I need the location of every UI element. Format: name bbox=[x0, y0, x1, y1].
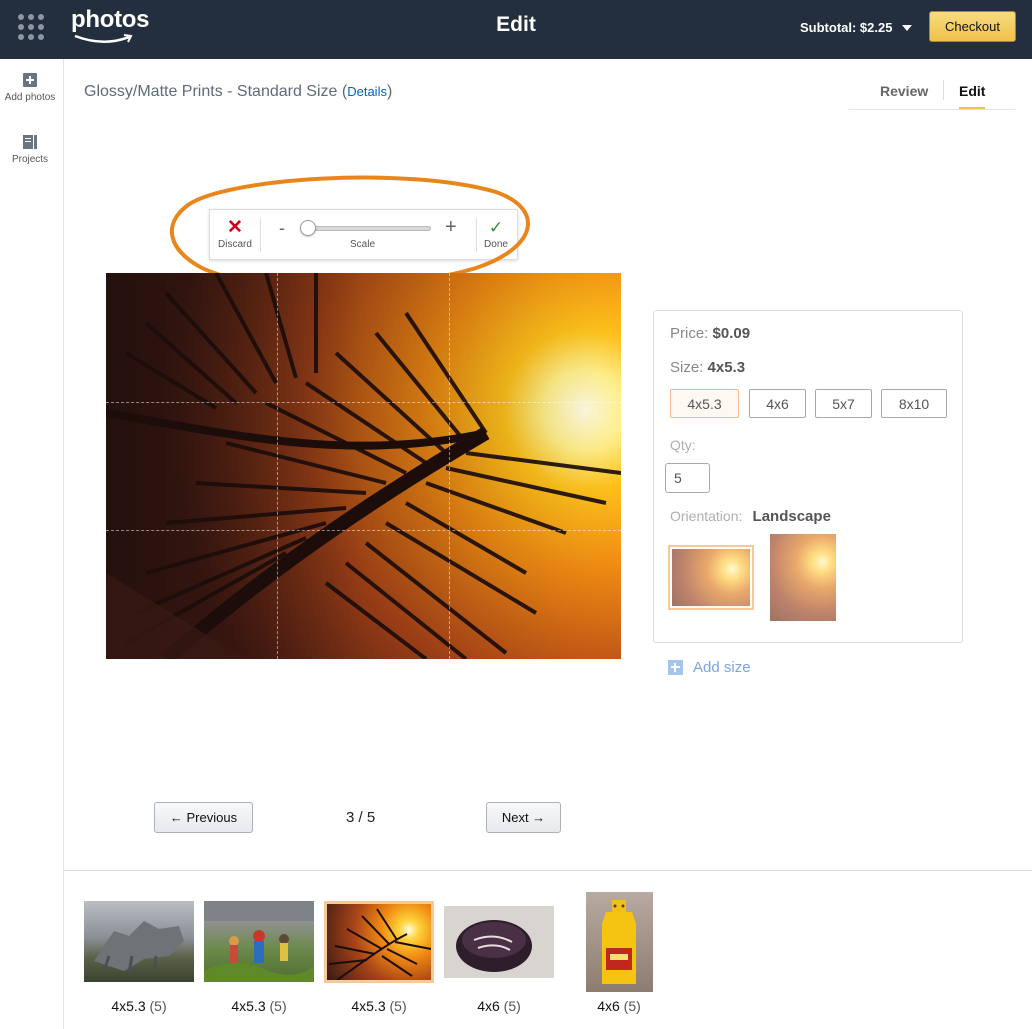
mustard-bottle-image bbox=[602, 900, 636, 984]
price-label: Price: bbox=[670, 325, 709, 342]
filmstrip-thumb-3-selected[interactable] bbox=[324, 901, 434, 983]
market-image bbox=[204, 901, 314, 982]
print-options-panel: Price: $0.09 Size: 4x5.3 4x5.3 4x6 5x7 8… bbox=[653, 310, 963, 643]
thumb-size: 4x5.3 bbox=[111, 998, 146, 1014]
filmstrip-label-3: 4x5.3 (5) bbox=[324, 998, 434, 1014]
tab-divider bbox=[943, 80, 944, 100]
thumb-count: (5) bbox=[269, 998, 287, 1014]
palm-silhouette bbox=[106, 273, 621, 659]
crop-grid-line bbox=[106, 402, 621, 403]
price-value: $0.09 bbox=[712, 325, 751, 342]
size-value: 4x5.3 bbox=[707, 359, 746, 376]
next-button[interactable]: Next → bbox=[486, 802, 561, 833]
caret-down-icon bbox=[902, 24, 913, 31]
filmstrip-label-4: 4x6 (5) bbox=[444, 998, 554, 1014]
details-link[interactable]: Details bbox=[347, 84, 387, 99]
subtotal-label: Subtotal: $2.25 bbox=[800, 20, 893, 35]
thumb-count: (5) bbox=[149, 998, 167, 1014]
orientation-label: Orientation: bbox=[670, 508, 743, 524]
sidebar-item-label: Add photos bbox=[4, 92, 56, 103]
thumb-count: (5) bbox=[503, 998, 521, 1014]
sidebar-item-projects[interactable]: Projects bbox=[0, 135, 60, 165]
size-option-8x10[interactable]: 8x10 bbox=[881, 389, 947, 418]
product-name: Glossy/Matte Prints - Standard Size bbox=[84, 83, 338, 100]
size-option-4x5-3[interactable]: 4x5.3 bbox=[670, 389, 739, 418]
crop-grid-line bbox=[277, 273, 278, 659]
thumb-size: 4x5.3 bbox=[231, 998, 266, 1014]
crop-grid-line bbox=[106, 530, 621, 531]
thumb-count: (5) bbox=[389, 998, 407, 1014]
size-option-4x6[interactable]: 4x6 bbox=[749, 389, 806, 418]
filmstrip-thumb-5[interactable] bbox=[586, 892, 653, 992]
quantity-input[interactable]: 5 bbox=[665, 463, 710, 493]
subtotal-dropdown[interactable]: Subtotal: $2.25 bbox=[800, 20, 913, 35]
landscape-preview-image bbox=[672, 549, 750, 606]
thumb-size: 4x6 bbox=[477, 998, 500, 1014]
thumb-count: (5) bbox=[623, 998, 641, 1014]
cake-image bbox=[444, 906, 554, 978]
projects-icon bbox=[23, 135, 37, 149]
orientation-value: Landscape bbox=[752, 508, 831, 525]
size-label: Size: bbox=[670, 359, 704, 376]
thumb-size: 4x6 bbox=[597, 998, 620, 1014]
orientation-portrait-option[interactable] bbox=[770, 534, 836, 621]
product-title: Glossy/Matte Prints - Standard Size (Det… bbox=[84, 83, 392, 101]
size-row: Size: 4x5.3 bbox=[670, 359, 745, 376]
checkout-button[interactable]: Checkout bbox=[929, 11, 1016, 42]
palm-sunset-image bbox=[328, 908, 432, 981]
sidebar-item-add-photos[interactable]: Add photos bbox=[0, 73, 60, 103]
sidebar-item-label: Projects bbox=[11, 154, 49, 165]
sidebar: Add photos Projects bbox=[0, 59, 64, 1029]
filmstrip-thumb-1[interactable] bbox=[84, 901, 194, 982]
size-option-5x7[interactable]: 5x7 bbox=[815, 389, 872, 418]
orientation-row: Orientation: Landscape bbox=[670, 508, 831, 525]
tab-edit[interactable]: Edit bbox=[959, 83, 986, 109]
filmstrip-label-5: 4x6 (5) bbox=[564, 998, 674, 1014]
previous-button[interactable]: ← Previous bbox=[154, 802, 253, 833]
details-paren-close: ) bbox=[386, 83, 393, 100]
sculpture-image bbox=[94, 921, 184, 974]
add-icon bbox=[668, 660, 683, 675]
page-indicator: 3 / 5 bbox=[346, 809, 376, 826]
qty-label: Qty: bbox=[670, 437, 696, 453]
view-tabs: Review Edit bbox=[849, 80, 1015, 110]
filmstrip-label-2: 4x5.3 (5) bbox=[204, 998, 314, 1014]
tab-review[interactable]: Review bbox=[880, 83, 928, 99]
top-bar: photos Edit Subtotal: $2.25 Checkout bbox=[0, 0, 1032, 59]
add-size-label: Add size bbox=[693, 659, 751, 676]
add-photos-icon bbox=[23, 73, 37, 87]
thumb-size: 4x5.3 bbox=[351, 998, 386, 1014]
orientation-landscape-option[interactable] bbox=[668, 545, 754, 610]
add-size-button[interactable]: Add size bbox=[668, 659, 751, 676]
photo-crop-area[interactable] bbox=[106, 273, 621, 659]
filmstrip-thumb-4[interactable] bbox=[444, 906, 554, 978]
crop-grid-line bbox=[449, 273, 450, 659]
filmstrip-thumb-2[interactable] bbox=[204, 901, 314, 982]
price-row: Price: $0.09 bbox=[670, 325, 750, 342]
filmstrip-label-1: 4x5.3 (5) bbox=[84, 998, 194, 1014]
filmstrip-divider bbox=[64, 870, 1032, 871]
